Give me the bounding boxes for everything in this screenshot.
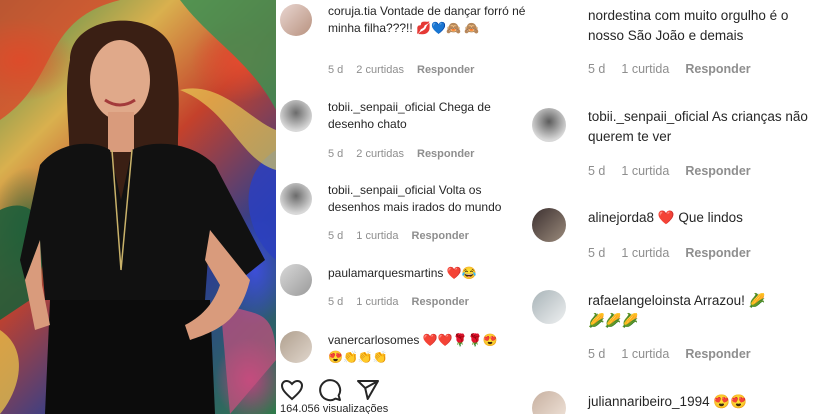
- comment-username[interactable]: alinejorda8: [588, 210, 654, 225]
- reply-button[interactable]: Responder: [412, 296, 469, 308]
- comment-time: 5 d: [328, 296, 344, 308]
- comment-time: 5 d: [328, 64, 344, 76]
- comment-username[interactable]: rafaelangeloinsta: [588, 293, 691, 308]
- avatar[interactable]: [280, 264, 312, 296]
- comment-icon[interactable]: [318, 378, 342, 402]
- avatar[interactable]: [532, 391, 566, 414]
- comment-text: paulamarquesmartins ❤️😂: [328, 265, 526, 282]
- avatar[interactable]: [532, 290, 566, 324]
- comment-meta: 5 d 1 curtida Responder: [588, 347, 767, 361]
- comment-username[interactable]: tobii._senpaii_oficial: [328, 183, 435, 197]
- reply-button[interactable]: Responder: [417, 64, 474, 76]
- comment-text: tobii._senpaii_oficial As crianças não q…: [588, 107, 823, 147]
- comment-meta: 5 d 2 curtidas Responder: [328, 148, 487, 160]
- comment-meta: 5 d 1 curtida Responder: [328, 230, 482, 242]
- woman-photo-illustration: [0, 0, 276, 414]
- comment-likes[interactable]: 1 curtida: [621, 62, 669, 76]
- comment-text: juliannaribeiro_1994 😍😍: [588, 392, 823, 412]
- comment-body: nordestina com muito orgulho é o nosso S…: [588, 8, 789, 43]
- reply-button[interactable]: Responder: [412, 230, 469, 242]
- avatar[interactable]: [280, 4, 312, 36]
- comment-username[interactable]: coruja.tia: [328, 4, 377, 18]
- avatar[interactable]: [532, 208, 566, 242]
- comment-time: 5 d: [588, 164, 606, 178]
- comment-likes[interactable]: 1 curtida: [621, 246, 669, 260]
- reply-button[interactable]: Responder: [685, 62, 750, 76]
- avatar[interactable]: [532, 108, 566, 142]
- comment-likes[interactable]: 1 curtida: [621, 347, 669, 361]
- comment-text: alinejorda8 ❤️ Que lindos: [588, 208, 818, 228]
- views-count: 164.056 visualizações: [280, 403, 389, 414]
- reply-button[interactable]: Responder: [685, 246, 750, 260]
- comment-likes[interactable]: 1 curtida: [356, 230, 398, 242]
- comment-username[interactable]: juliannaribeiro_1994: [588, 394, 710, 409]
- avatar[interactable]: [280, 331, 312, 363]
- comments-column-middle: coruja.tia Vontade de dançar forró né mi…: [276, 0, 530, 414]
- comment-body: ❤️😂: [443, 266, 477, 280]
- comment-meta: 5 d 2 curtidas Responder: [328, 64, 487, 76]
- comment-emoji: 💋💙🙈 🙈: [416, 21, 480, 35]
- avatar[interactable]: [280, 100, 312, 132]
- comment-meta: 5 d 1 curtida Responder: [588, 62, 767, 76]
- comment-body: ❤️❤️🌹🌹😍: [419, 333, 498, 347]
- comment-body: Arrazou! 🌽: [690, 293, 766, 308]
- comment-username[interactable]: vanercarlosomes: [328, 333, 419, 347]
- share-icon[interactable]: [356, 378, 380, 402]
- comment-meta: 5 d 1 curtida Responder: [328, 296, 482, 308]
- comment-emoji: 🌽🌽🌽: [588, 313, 639, 328]
- comment-time: 5 d: [328, 230, 344, 242]
- comment-meta: 5 d 1 curtida Responder: [588, 164, 767, 178]
- post-photo: [0, 0, 276, 414]
- comment-likes[interactable]: 1 curtida: [356, 296, 398, 308]
- comment-text: tobii._senpaii_oficial Volta os desenhos…: [328, 182, 526, 216]
- post-action-bar: 164.056 visualizações: [276, 372, 530, 414]
- comment-body: ❤️ Que lindos: [654, 210, 743, 225]
- comment-meta: 5 d 1 curtida Responder: [588, 246, 767, 260]
- comment-text: tobii._senpaii_oficial Chega de desenho …: [328, 99, 526, 133]
- comment-text: coruja.tia Vontade de dançar forró né mi…: [328, 3, 526, 37]
- comment-emoji: 😍👏👏👏: [328, 350, 388, 364]
- avatar[interactable]: [280, 183, 312, 215]
- reply-button[interactable]: Responder: [417, 148, 474, 160]
- comment-username[interactable]: tobii._senpaii_oficial: [588, 109, 709, 124]
- comment-text: nordestina com muito orgulho é o nosso S…: [588, 6, 818, 46]
- reply-button[interactable]: Responder: [685, 164, 750, 178]
- comment-likes[interactable]: 2 curtidas: [356, 148, 404, 160]
- comments-column-right: nordestina com muito orgulho é o nosso S…: [530, 0, 828, 414]
- comment-username[interactable]: tobii._senpaii_oficial: [328, 100, 435, 114]
- comment-likes[interactable]: 2 curtidas: [356, 64, 404, 76]
- comment-time: 5 d: [588, 62, 606, 76]
- comment-text: vanercarlosomes ❤️❤️🌹🌹😍 😍👏👏👏: [328, 332, 526, 366]
- comment-body: 😍😍: [709, 394, 747, 409]
- comment-time: 5 d: [588, 246, 606, 260]
- comment-time: 5 d: [328, 148, 344, 160]
- comment-likes[interactable]: 1 curtida: [621, 164, 669, 178]
- comment-time: 5 d: [588, 347, 606, 361]
- heart-icon[interactable]: [280, 378, 304, 402]
- reply-button[interactable]: Responder: [685, 347, 750, 361]
- comment-username[interactable]: paulamarquesmartins: [328, 266, 443, 280]
- comment-text: rafaelangeloinsta Arrazou! 🌽 🌽🌽🌽: [588, 291, 823, 331]
